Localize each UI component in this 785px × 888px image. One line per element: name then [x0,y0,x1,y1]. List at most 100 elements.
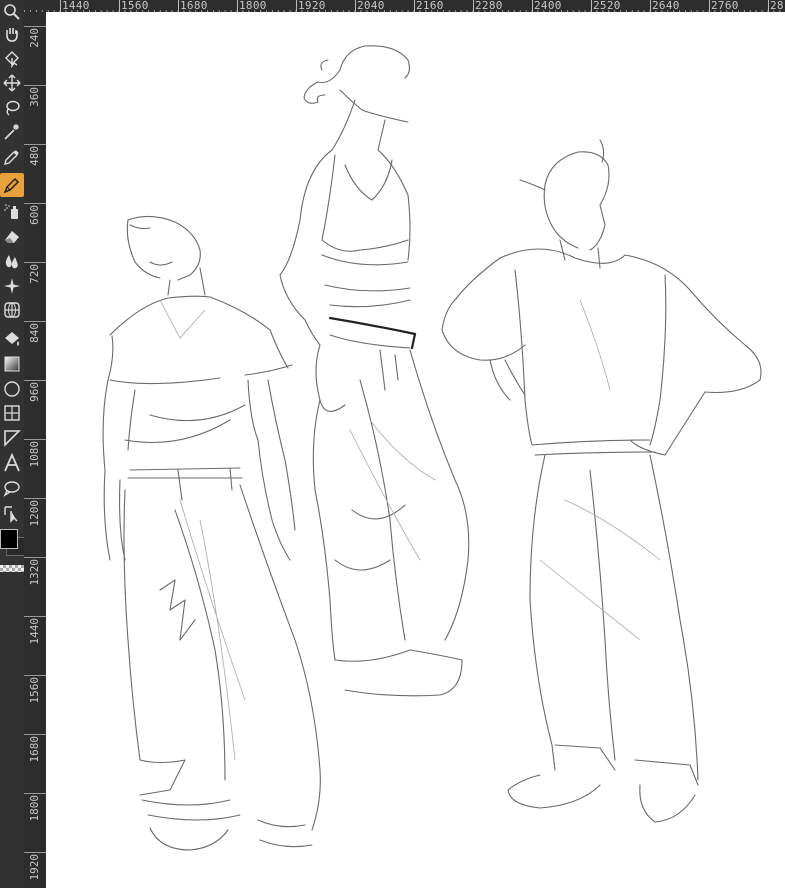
ruler-major-tick [24,85,46,86]
drops-icon [5,255,18,269]
move-icon [3,74,21,92]
lasso-icon [6,100,20,116]
airbrush-tool[interactable] [0,199,24,223]
ruler-label: 2520 [593,0,621,12]
ruler-major-tick [24,203,46,204]
vertical-ruler[interactable]: 240 360 480 600 720 840 960 1080 1200 1320 1440 156… [24,12,46,888]
polygon-icon [4,430,21,447]
ruler-major-tick [24,675,46,676]
ruler-major-tick [119,0,120,12]
brush-icon [3,177,20,194]
select-shapes-tool[interactable] [0,46,24,70]
eyedropper-icon [4,150,19,165]
toolbox [0,0,25,888]
zoom-tool[interactable] [0,0,24,24]
ruler-major-tick [24,852,46,853]
path-arrow-icon [4,506,18,523]
ruler-label: 1800 [239,0,267,12]
ruler-label: 840 [28,323,41,343]
magnifier-icon [4,4,20,20]
ruler-label: 2160 [416,0,444,12]
ruler-major-tick [60,0,61,12]
circle-icon [4,381,20,397]
smudge-tool[interactable] [0,249,24,273]
ruler-label: 1080 [28,441,41,468]
ruler-major-tick [178,0,179,12]
ruler-major-tick [24,380,46,381]
ruler-major-tick [237,0,238,12]
gradient-icon [4,356,20,372]
drawing-canvas[interactable] [46,12,785,888]
ruler-major-tick [414,0,415,12]
eraser-icon [5,231,19,243]
polygon-tool[interactable] [0,426,24,450]
ruler-label: 28 [770,0,784,12]
ruler-label: 2640 [652,0,680,12]
hand-icon [6,28,18,42]
gradient-tool[interactable] [0,352,24,376]
ruler-label: 480 [28,146,41,166]
ruler-major-tick [768,0,769,12]
ruler-label: 1920 [28,854,41,881]
figure-middle-sketch [279,45,470,697]
eraser-tool[interactable] [0,224,24,248]
ruler-major-tick [24,557,46,558]
ruler-label: 1560 [28,677,41,704]
ruler-label: 1680 [28,736,41,763]
sketch-artwork [102,45,762,851]
ruler-label: 600 [28,205,41,225]
ruler-label: 720 [28,264,41,284]
horizontal-ruler[interactable]: 1440 1560 1680 1800 1920 2040 2160 2280 2400 2520… [24,0,785,12]
ruler-label: 960 [28,382,41,402]
sparkle-tool[interactable] [0,274,24,298]
freehand-brush-tool[interactable] [0,173,24,197]
foreground-color-swatch[interactable] [0,529,18,549]
speech-bubble-icon [3,481,20,497]
ruler-major-tick [296,0,297,12]
ruler-label: 1200 [28,500,41,527]
lasso-tool[interactable] [0,96,24,120]
grid-tool[interactable] [0,401,24,425]
ellipse-tool[interactable] [0,377,24,401]
ruler-major-tick [24,439,46,440]
paint-bucket-icon [5,332,19,346]
ruler-major-tick [355,0,356,12]
path-edit-tool[interactable] [0,501,24,525]
figure-left-sketch [102,215,321,851]
freehand-selection-tool[interactable] [0,476,24,500]
magic-wand-tool[interactable] [0,120,24,144]
layout-grid-icon [4,405,20,421]
transform-tool[interactable] [0,298,24,322]
ruler-label: 1440 [28,618,41,645]
ruler-major-tick [24,793,46,794]
magic-wand-icon [4,124,19,140]
ruler-label: 1320 [28,559,41,586]
ruler-major-tick [650,0,651,12]
ruler-major-tick [24,616,46,617]
pan-tool[interactable] [0,22,24,46]
ruler-label: 1440 [62,0,90,12]
ruler-label: 1680 [180,0,208,12]
ruler-label: 2040 [357,0,385,12]
ruler-label: 2760 [711,0,739,12]
select-shapes-icon [5,51,19,68]
color-picker-tool[interactable] [0,145,24,169]
ruler-major-tick [24,321,46,322]
ruler-major-tick [24,262,46,263]
move-tool[interactable] [0,71,24,95]
globe-grid-icon [4,302,20,318]
transparency-pattern [0,565,24,572]
ruler-major-tick [473,0,474,12]
ruler-label: 1800 [28,795,41,822]
ruler-major-tick [532,0,533,12]
text-tool[interactable] [0,451,24,475]
figure-right-sketch [441,139,762,823]
ruler-major-tick [24,26,46,27]
ruler-label: 240 [28,28,41,48]
fill-tool[interactable] [0,327,24,351]
ruler-major-tick [24,144,46,145]
ruler-label: 1920 [298,0,326,12]
ruler-label: 1560 [121,0,149,12]
ruler-major-tick [709,0,710,12]
ruler-major-tick [24,734,46,735]
